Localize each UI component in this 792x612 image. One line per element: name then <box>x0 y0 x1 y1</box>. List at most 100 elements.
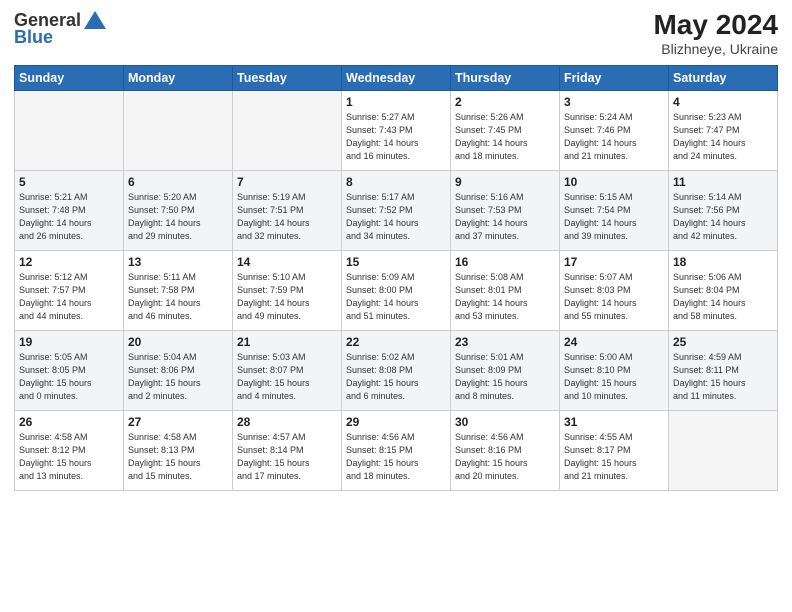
day-number: 28 <box>237 415 337 429</box>
day-number: 4 <box>673 95 773 109</box>
calendar-day-6: 6 Sunrise: 5:20 AMSunset: 7:50 PMDaylight… <box>124 170 233 250</box>
calendar-day-10: 10Sunrise: 5:15 AMSunset: 7:54 PMDayligh… <box>560 170 669 250</box>
day-info: Sunrise: 5:11 AMSunset: 7:58 PMDaylight:… <box>128 271 228 323</box>
day-info: Sunrise: 4:57 AMSunset: 8:14 PMDaylight:… <box>237 431 337 483</box>
day-info: Sunrise: 5:14 AMSunset: 7:56 PMDaylight:… <box>673 191 773 243</box>
day-number: 24 <box>564 335 664 349</box>
calendar-week-row: 12 Sunrise: 5:12 AMSunset: 7:57 PMDayligh… <box>15 250 778 330</box>
day-info: Sunrise: 5:19 AMSunset: 7:51 PMDaylight:… <box>237 191 337 243</box>
title-block: May 2024 Blizhneye, Ukraine <box>653 10 778 57</box>
calendar-day-22: 22 Sunrise: 5:02 AMSunset: 8:08 PMDayligh… <box>342 330 451 410</box>
page: General Blue May 2024 Blizhneye, Ukraine… <box>0 0 792 612</box>
day-info: Sunrise: 5:01 AMSunset: 8:09 PMDaylight:… <box>455 351 555 403</box>
day-info: Sunrise: 5:05 AMSunset: 8:05 PMDaylight:… <box>19 351 119 403</box>
calendar-weekday-friday: Friday <box>560 65 669 90</box>
day-number: 19 <box>19 335 119 349</box>
calendar-weekday-sunday: Sunday <box>15 65 124 90</box>
calendar-weekday-saturday: Saturday <box>669 65 778 90</box>
day-number: 2 <box>455 95 555 109</box>
day-info: Sunrise: 5:02 AMSunset: 8:08 PMDaylight:… <box>346 351 446 403</box>
calendar-empty-cell <box>124 90 233 170</box>
calendar-day-4: 4 Sunrise: 5:23 AMSunset: 7:47 PMDaylight… <box>669 90 778 170</box>
day-number: 31 <box>564 415 664 429</box>
calendar-day-21: 21 Sunrise: 5:03 AMSunset: 8:07 PMDayligh… <box>233 330 342 410</box>
day-number: 13 <box>128 255 228 269</box>
calendar-day-11: 11 Sunrise: 5:14 AMSunset: 7:56 PMDayligh… <box>669 170 778 250</box>
day-info: Sunrise: 5:03 AMSunset: 8:07 PMDaylight:… <box>237 351 337 403</box>
day-info: Sunrise: 5:09 AMSunset: 8:00 PMDaylight:… <box>346 271 446 323</box>
calendar-empty-cell <box>15 90 124 170</box>
calendar-weekday-wednesday: Wednesday <box>342 65 451 90</box>
day-number: 16 <box>455 255 555 269</box>
calendar-day-8: 8 Sunrise: 5:17 AMSunset: 7:52 PMDaylight… <box>342 170 451 250</box>
logo-triangle-icon <box>84 11 106 29</box>
day-info: Sunrise: 4:56 AMSunset: 8:15 PMDaylight:… <box>346 431 446 483</box>
day-number: 9 <box>455 175 555 189</box>
day-info: Sunrise: 5:04 AMSunset: 8:06 PMDaylight:… <box>128 351 228 403</box>
day-info: Sunrise: 5:15 AMSunset: 7:54 PMDaylight:… <box>564 191 664 243</box>
calendar-day-20: 20 Sunrise: 5:04 AMSunset: 8:06 PMDayligh… <box>124 330 233 410</box>
calendar-day-9: 9 Sunrise: 5:16 AMSunset: 7:53 PMDaylight… <box>451 170 560 250</box>
day-info: Sunrise: 5:12 AMSunset: 7:57 PMDaylight:… <box>19 271 119 323</box>
day-number: 22 <box>346 335 446 349</box>
calendar-day-28: 28 Sunrise: 4:57 AMSunset: 8:14 PMDayligh… <box>233 410 342 490</box>
day-number: 15 <box>346 255 446 269</box>
day-info: Sunrise: 4:55 AMSunset: 8:17 PMDaylight:… <box>564 431 664 483</box>
calendar-day-14: 14 Sunrise: 5:10 AMSunset: 7:59 PMDayligh… <box>233 250 342 330</box>
calendar-day-7: 7Sunrise: 5:19 AMSunset: 7:51 PMDaylight… <box>233 170 342 250</box>
day-number: 21 <box>237 335 337 349</box>
day-number: 30 <box>455 415 555 429</box>
calendar-day-29: 29 Sunrise: 4:56 AMSunset: 8:15 PMDayligh… <box>342 410 451 490</box>
calendar-day-13: 13 Sunrise: 5:11 AMSunset: 7:58 PMDayligh… <box>124 250 233 330</box>
day-number: 6 <box>128 175 228 189</box>
calendar-day-31: 31 Sunrise: 4:55 AMSunset: 8:17 PMDayligh… <box>560 410 669 490</box>
calendar-day-17: 17 Sunrise: 5:07 AMSunset: 8:03 PMDayligh… <box>560 250 669 330</box>
calendar-location: Blizhneye, Ukraine <box>653 41 778 57</box>
day-number: 27 <box>128 415 228 429</box>
day-info: Sunrise: 5:10 AMSunset: 7:59 PMDaylight:… <box>237 271 337 323</box>
calendar-week-row: 5 Sunrise: 5:21 AMSunset: 7:48 PMDaylight… <box>15 170 778 250</box>
day-info: Sunrise: 5:26 AMSunset: 7:45 PMDaylight:… <box>455 111 555 163</box>
day-info: Sunrise: 5:24 AMSunset: 7:46 PMDaylight:… <box>564 111 664 163</box>
calendar-day-25: 25Sunrise: 4:59 AMSunset: 8:11 PMDayligh… <box>669 330 778 410</box>
calendar-weekday-monday: Monday <box>124 65 233 90</box>
calendar-day-19: 19 Sunrise: 5:05 AMSunset: 8:05 PMDayligh… <box>15 330 124 410</box>
day-number: 20 <box>128 335 228 349</box>
calendar-weekday-thursday: Thursday <box>451 65 560 90</box>
day-number: 1 <box>346 95 446 109</box>
day-number: 11 <box>673 175 773 189</box>
day-info: Sunrise: 5:16 AMSunset: 7:53 PMDaylight:… <box>455 191 555 243</box>
calendar-header-row: SundayMondayTuesdayWednesdayThursdayFrid… <box>15 65 778 90</box>
day-number: 8 <box>346 175 446 189</box>
calendar-day-3: 3Sunrise: 5:24 AMSunset: 7:46 PMDaylight… <box>560 90 669 170</box>
calendar-day-2: 2 Sunrise: 5:26 AMSunset: 7:45 PMDaylight… <box>451 90 560 170</box>
day-number: 26 <box>19 415 119 429</box>
calendar-day-30: 30 Sunrise: 4:56 AMSunset: 8:16 PMDayligh… <box>451 410 560 490</box>
day-number: 17 <box>564 255 664 269</box>
calendar-day-12: 12 Sunrise: 5:12 AMSunset: 7:57 PMDayligh… <box>15 250 124 330</box>
day-number: 29 <box>346 415 446 429</box>
calendar-empty-cell <box>669 410 778 490</box>
calendar-day-23: 23 Sunrise: 5:01 AMSunset: 8:09 PMDayligh… <box>451 330 560 410</box>
calendar-week-row: 19 Sunrise: 5:05 AMSunset: 8:05 PMDayligh… <box>15 330 778 410</box>
day-info: Sunrise: 5:27 AMSunset: 7:43 PMDaylight:… <box>346 111 446 163</box>
day-number: 23 <box>455 335 555 349</box>
day-info: Sunrise: 5:20 AMSunset: 7:50 PMDaylight:… <box>128 191 228 243</box>
calendar-day-1: 1 Sunrise: 5:27 AMSunset: 7:43 PMDaylight… <box>342 90 451 170</box>
day-info: Sunrise: 4:58 AMSunset: 8:13 PMDaylight:… <box>128 431 228 483</box>
calendar-day-26: 26Sunrise: 4:58 AMSunset: 8:12 PMDayligh… <box>15 410 124 490</box>
logo: General Blue <box>14 10 106 48</box>
calendar-day-16: 16Sunrise: 5:08 AMSunset: 8:01 PMDayligh… <box>451 250 560 330</box>
day-number: 14 <box>237 255 337 269</box>
day-info: Sunrise: 5:17 AMSunset: 7:52 PMDaylight:… <box>346 191 446 243</box>
day-number: 5 <box>19 175 119 189</box>
day-info: Sunrise: 5:07 AMSunset: 8:03 PMDaylight:… <box>564 271 664 323</box>
day-info: Sunrise: 5:21 AMSunset: 7:48 PMDaylight:… <box>19 191 119 243</box>
day-info: Sunrise: 5:23 AMSunset: 7:47 PMDaylight:… <box>673 111 773 163</box>
calendar-week-row: 1 Sunrise: 5:27 AMSunset: 7:43 PMDaylight… <box>15 90 778 170</box>
day-info: Sunrise: 4:56 AMSunset: 8:16 PMDaylight:… <box>455 431 555 483</box>
day-number: 25 <box>673 335 773 349</box>
calendar-weekday-tuesday: Tuesday <box>233 65 342 90</box>
day-number: 18 <box>673 255 773 269</box>
day-number: 12 <box>19 255 119 269</box>
